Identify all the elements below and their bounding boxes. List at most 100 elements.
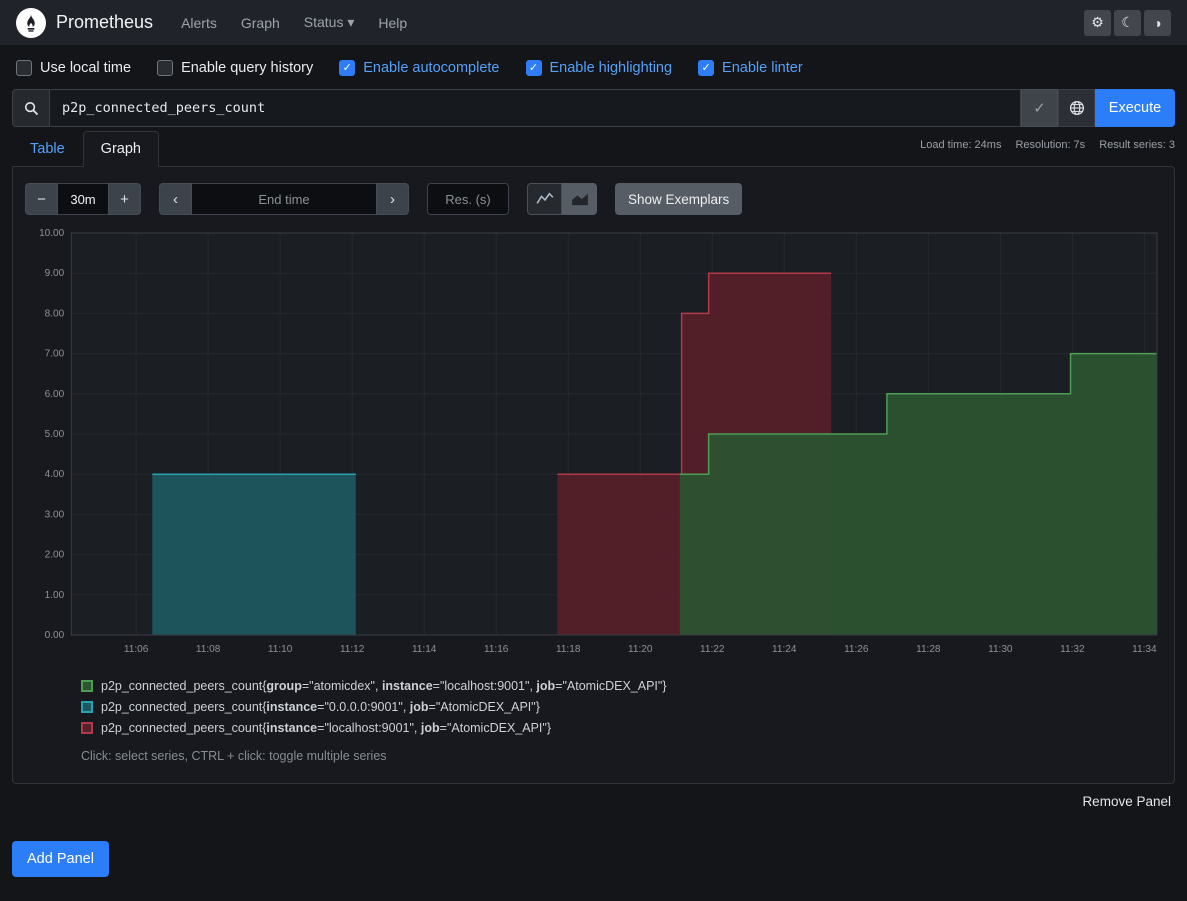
add-panel-button[interactable]: Add Panel (12, 841, 109, 877)
resolution-input[interactable] (427, 183, 509, 215)
resolution: Resolution: 7s (1015, 139, 1085, 151)
remove-panel-link[interactable]: Remove Panel (1082, 794, 1171, 809)
brand[interactable]: Prometheus (16, 8, 153, 38)
checkbox-box: ✓ (157, 60, 173, 76)
app-title: Prometheus (56, 12, 153, 33)
svg-text:11:18: 11:18 (556, 644, 581, 655)
graph-toolbar: − + ‹ › Show Exemplars (25, 183, 1162, 215)
checkbox-label: Enable linter (722, 60, 803, 76)
legend: p2p_connected_peers_count{group="atomicd… (81, 679, 1162, 735)
svg-text:11:34: 11:34 (1132, 644, 1157, 655)
checkbox-enable-query-history[interactable]: ✓ Enable query history (157, 60, 313, 76)
svg-text:3.00: 3.00 (45, 509, 65, 520)
checkbox-box: ✓ (16, 60, 32, 76)
time-forward-button[interactable]: › (376, 183, 409, 215)
query-valid-button[interactable]: ✓ (1021, 89, 1058, 127)
checkbox-box: ✓ (339, 60, 355, 76)
range-increase-button[interactable]: + (108, 183, 141, 215)
nav-link-graph[interactable]: Graph (241, 15, 280, 31)
check-icon: ✓ (19, 63, 28, 74)
svg-text:11:12: 11:12 (340, 644, 365, 655)
svg-text:0.00: 0.00 (45, 630, 65, 641)
graph-type-toggle (527, 183, 597, 215)
line-graph-button[interactable] (527, 183, 562, 215)
check-icon: ✓ (701, 63, 710, 74)
moon-icon: ☾ (1121, 14, 1134, 31)
stacked-chart-icon (571, 192, 589, 206)
navbar-actions: ⚙ ☾ ◑ (1084, 10, 1171, 36)
search-icon (24, 101, 39, 116)
checkbox-enable-highlighting[interactable]: ✓ Enable highlighting (526, 60, 673, 76)
range-decrease-button[interactable]: − (25, 183, 58, 215)
checkbox-label: Enable autocomplete (363, 60, 499, 76)
svg-text:11:32: 11:32 (1060, 644, 1085, 655)
query-stats: Load time: 24ms Resolution: 7s Result se… (920, 139, 1175, 166)
svg-text:11:24: 11:24 (772, 644, 797, 655)
legend-item[interactable]: p2p_connected_peers_count{instance="loca… (81, 721, 1162, 735)
svg-text:11:06: 11:06 (124, 644, 149, 655)
end-time-input[interactable] (192, 183, 376, 215)
stacked-graph-button[interactable] (562, 183, 597, 215)
svg-text:11:08: 11:08 (196, 644, 221, 655)
checkbox-enable-autocomplete[interactable]: ✓ Enable autocomplete (339, 60, 499, 76)
metrics-explorer-button[interactable] (1058, 89, 1095, 127)
tab-graph[interactable]: Graph (83, 131, 159, 167)
nav-link-status-dropdown[interactable]: Status ▾ (304, 14, 355, 31)
options-row: ✓ Use local time ✓ Enable query history … (0, 45, 1187, 87)
svg-text:4.00: 4.00 (45, 469, 65, 480)
svg-text:11:22: 11:22 (700, 644, 725, 655)
checkbox-box: ✓ (526, 60, 542, 76)
legend-series-label: p2p_connected_peers_count{instance="0.0.… (101, 700, 540, 714)
svg-text:1.00: 1.00 (45, 590, 65, 601)
chart-container: 0.001.002.003.004.005.006.007.008.009.00… (25, 225, 1162, 663)
caret-down-icon: ▾ (347, 14, 354, 30)
navbar: Prometheus Alerts Graph Status ▾ Help ⚙ … (0, 0, 1187, 45)
execute-button[interactable]: Execute (1095, 89, 1175, 127)
auto-theme-button[interactable]: ◑ (1144, 10, 1171, 36)
chevron-right-icon: › (390, 191, 395, 208)
settings-button[interactable]: ⚙ (1084, 10, 1111, 36)
nav-link-help[interactable]: Help (378, 15, 407, 31)
svg-text:11:16: 11:16 (484, 644, 509, 655)
query-input[interactable] (49, 89, 1021, 127)
panel-footer: Remove Panel (16, 793, 1171, 811)
tabs-row: Table Graph Load time: 24ms Resolution: … (12, 131, 1175, 166)
svg-text:11:10: 11:10 (268, 644, 293, 655)
search-button[interactable] (12, 89, 49, 127)
check-icon: ✓ (160, 63, 169, 74)
globe-icon (1069, 100, 1085, 116)
svg-text:8.00: 8.00 (45, 308, 65, 319)
svg-text:11:28: 11:28 (916, 644, 941, 655)
tab-table[interactable]: Table (12, 131, 83, 167)
svg-text:11:14: 11:14 (412, 644, 437, 655)
nav-links: Alerts Graph Status ▾ Help (181, 14, 407, 31)
add-panel-row: Add Panel (12, 841, 1175, 877)
svg-text:9.00: 9.00 (45, 268, 65, 279)
graph-panel: − + ‹ › Show Exemplars 0.001.002.003.004… (12, 166, 1175, 784)
time-back-button[interactable]: ‹ (159, 183, 192, 215)
legend-hint: Click: select series, CTRL + click: togg… (81, 749, 1162, 763)
checkbox-enable-linter[interactable]: ✓ Enable linter (698, 60, 803, 76)
line-chart-icon (536, 192, 554, 206)
graph-svg[interactable]: 0.001.002.003.004.005.006.007.008.009.00… (25, 225, 1162, 663)
chevron-left-icon: ‹ (173, 191, 178, 208)
legend-item[interactable]: p2p_connected_peers_count{group="atomicd… (81, 679, 1162, 693)
svg-text:5.00: 5.00 (45, 429, 65, 440)
svg-text:10.00: 10.00 (39, 228, 65, 239)
checkbox-box: ✓ (698, 60, 714, 76)
range-controls: − + (25, 183, 141, 215)
svg-text:11:20: 11:20 (628, 644, 653, 655)
nav-link-alerts[interactable]: Alerts (181, 15, 217, 31)
range-input[interactable] (58, 183, 108, 215)
checkbox-label: Enable query history (181, 60, 313, 76)
load-time: Load time: 24ms (920, 139, 1001, 151)
check-icon: ✓ (343, 63, 352, 74)
legend-series-label: p2p_connected_peers_count{group="atomicd… (101, 679, 667, 693)
checkbox-use-local-time[interactable]: ✓ Use local time (16, 60, 131, 76)
check-icon: ✓ (1033, 99, 1046, 117)
legend-swatch (81, 680, 93, 692)
show-exemplars-button[interactable]: Show Exemplars (615, 183, 742, 215)
gear-icon: ⚙ (1091, 14, 1104, 31)
legend-item[interactable]: p2p_connected_peers_count{instance="0.0.… (81, 700, 1162, 714)
dark-theme-button[interactable]: ☾ (1114, 10, 1141, 36)
